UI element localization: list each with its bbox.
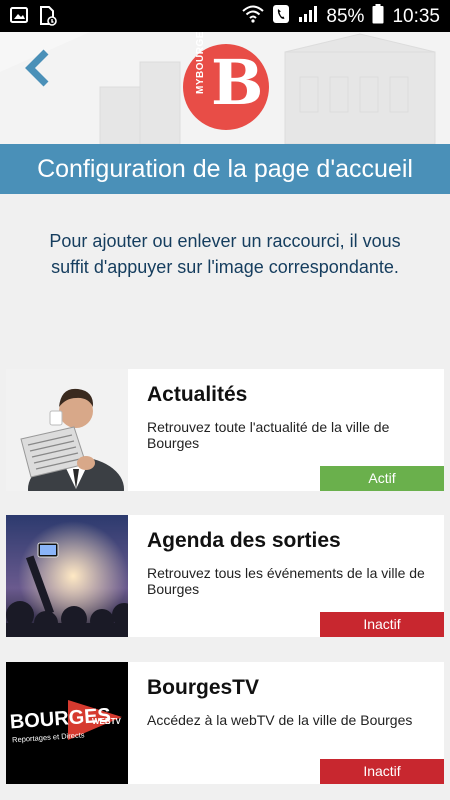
logo-letter: B bbox=[211, 46, 264, 119]
status-bar: 85% 10:35 bbox=[0, 0, 450, 32]
status-toggle-actif[interactable]: Actif bbox=[320, 466, 444, 491]
battery-percent: 85% bbox=[326, 6, 365, 27]
download-sim-icon bbox=[38, 6, 58, 31]
page-title: Configuration de la page d'accueil bbox=[0, 144, 450, 194]
status-toggle-inactif[interactable]: Inactif bbox=[320, 759, 444, 784]
shortcut-card-bourgestv[interactable]: WEBTV BOURGES Reportages et Directs Bour… bbox=[6, 662, 444, 784]
shortcut-card-agenda[interactable]: Agenda des sorties Retrouvez tous les év… bbox=[6, 515, 444, 637]
app-header: B MYBOURGES bbox=[0, 32, 450, 144]
shortcut-card-actualites[interactable]: Actualités Retrouvez toute l'actualité d… bbox=[6, 369, 444, 491]
shortcut-image-bourgestv[interactable]: WEBTV BOURGES Reportages et Directs bbox=[6, 662, 128, 784]
shortcut-title: Actualités bbox=[147, 383, 248, 406]
shortcut-title: Agenda des sorties bbox=[147, 529, 341, 552]
instructions-text: Pour ajouter ou enlever un raccourci, il… bbox=[49, 231, 401, 277]
back-button[interactable] bbox=[20, 48, 56, 88]
wifi-icon bbox=[242, 5, 265, 29]
status-toggle-inactif[interactable]: Inactif bbox=[320, 612, 444, 637]
battery-icon bbox=[372, 4, 384, 30]
chevron-left-icon bbox=[25, 49, 49, 87]
call-icon bbox=[272, 4, 290, 30]
shortcut-image-agenda[interactable] bbox=[6, 515, 128, 637]
image-icon bbox=[10, 6, 28, 31]
shortcut-description: Retrouvez tous les événements de la vill… bbox=[147, 565, 425, 597]
logo-text: MYBOURGES bbox=[195, 32, 206, 94]
signal-icon bbox=[298, 5, 318, 29]
shortcut-title: BourgesTV bbox=[147, 676, 260, 699]
mybourges-logo[interactable]: B MYBOURGES bbox=[183, 32, 269, 130]
shortcut-description: Retrouvez toute l'actualité de la ville … bbox=[147, 419, 390, 451]
shortcut-image-actualites[interactable] bbox=[6, 369, 128, 491]
shortcut-description: Accédez à la webTV de la ville de Bourge… bbox=[147, 712, 413, 728]
clock: 10:35 bbox=[392, 6, 440, 27]
